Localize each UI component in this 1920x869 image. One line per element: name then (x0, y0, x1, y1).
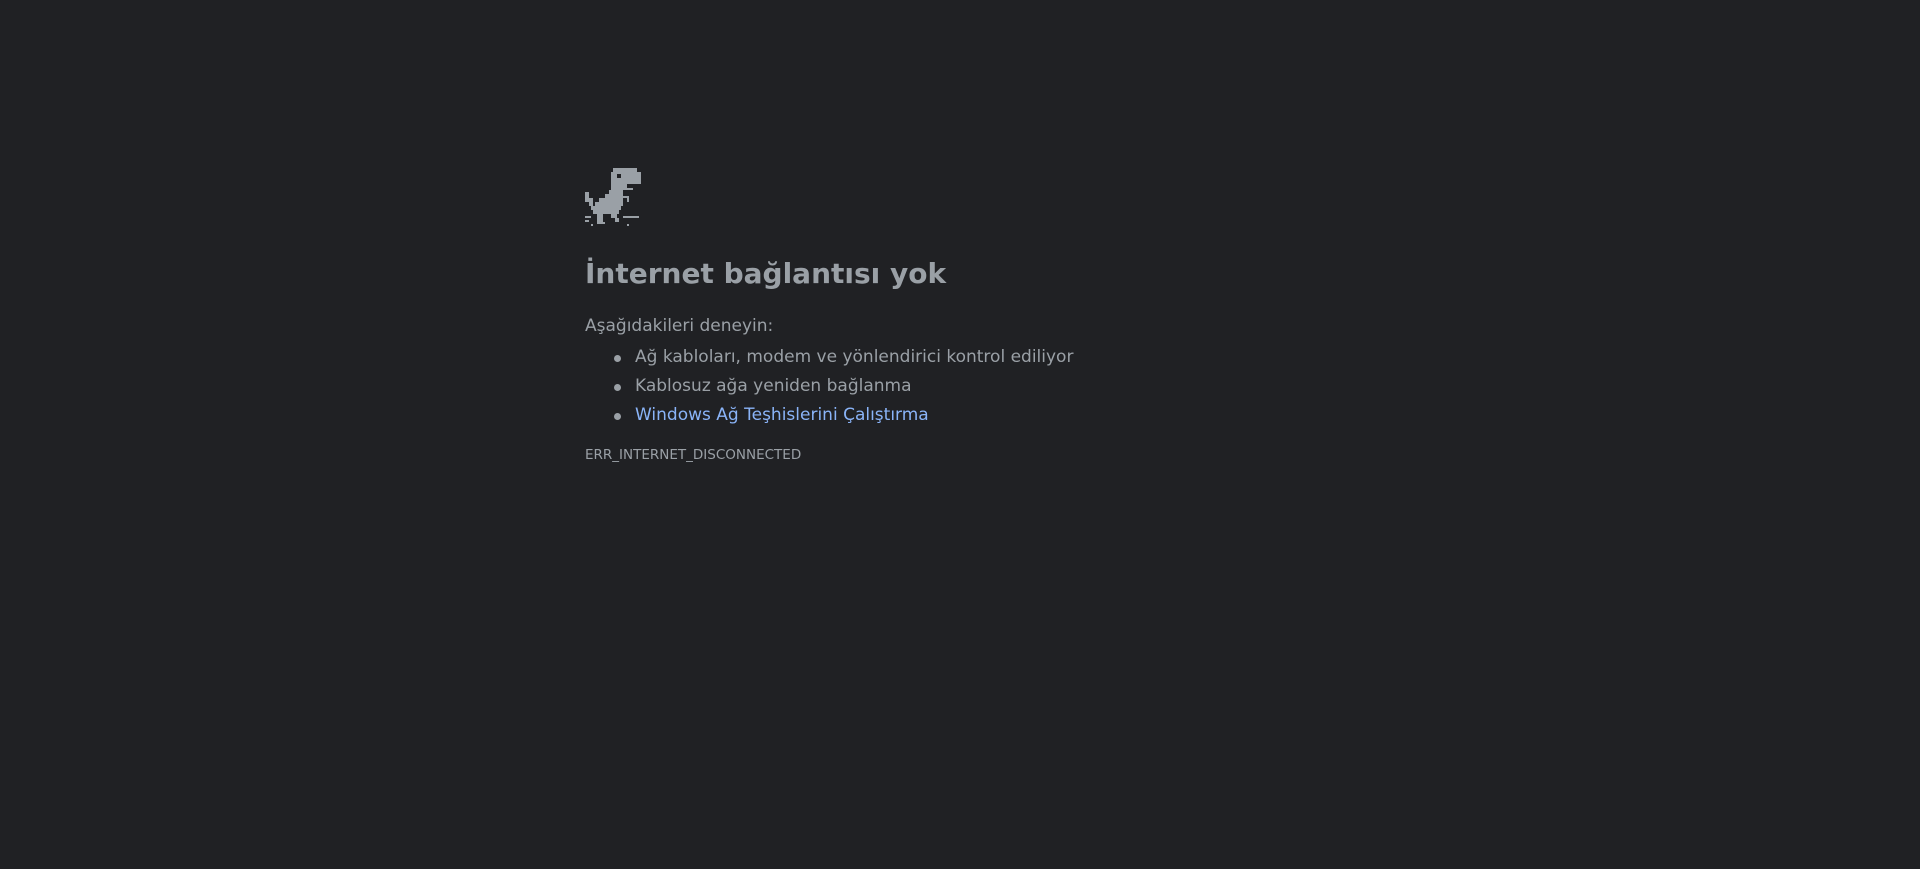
bullet-icon (614, 355, 621, 362)
list-item: Ağ kabloları, modem ve yönlendirici kont… (614, 343, 1345, 372)
bullet-icon (614, 384, 621, 391)
error-code: ERR_INTERNET_DISCONNECTED (585, 447, 802, 463)
suggestions-list: Ağ kabloları, modem ve yönlendirici kont… (585, 343, 1345, 430)
dinosaur-icon[interactable] (585, 168, 641, 228)
list-item: Kablosuz ağa yeniden bağlanma (614, 372, 1345, 401)
error-page-content: İnternet bağlantısı yok Aşağıdakileri de… (585, 168, 1345, 464)
list-item: Windows Ağ Teşhislerini Çalıştırma (614, 401, 1345, 430)
suggestion-check-cables: Ağ kabloları, modem ve yönlendirici kont… (635, 347, 1074, 367)
bullet-icon (614, 413, 621, 420)
page-title: İnternet bağlantısı yok (585, 257, 947, 290)
suggestion-reconnect-wifi: Kablosuz ağa yeniden bağlanma (635, 376, 912, 396)
network-diagnostics-link[interactable]: Windows Ağ Teşhislerini Çalıştırma (635, 405, 929, 425)
suggestions-intro: Aşağıdakileri deneyin: (585, 316, 774, 336)
